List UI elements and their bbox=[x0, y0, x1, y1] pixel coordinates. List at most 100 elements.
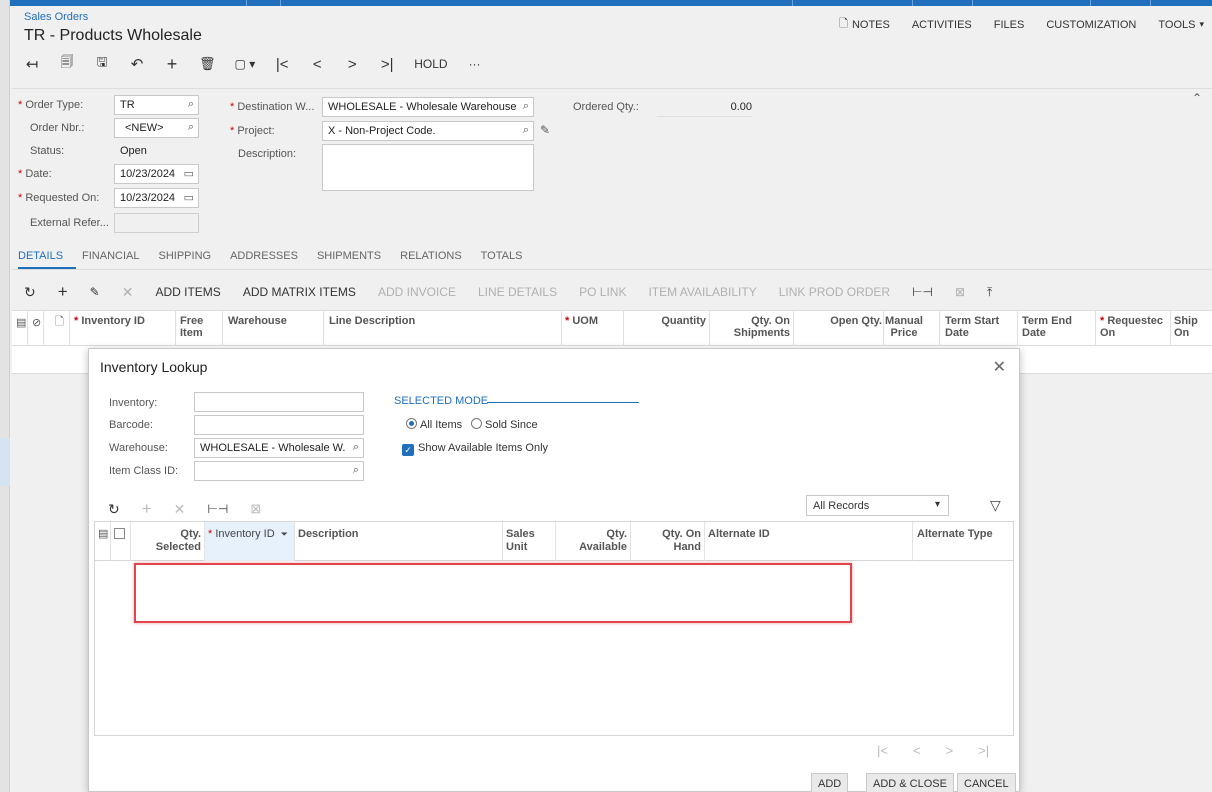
delete-row-icon[interactable]: ✕ bbox=[174, 501, 186, 518]
records-filter-select[interactable]: All Records ▾ bbox=[806, 495, 949, 516]
add-button[interactable]: ADD bbox=[811, 773, 849, 792]
breadcrumb[interactable]: Sales Orders bbox=[24, 11, 88, 23]
add-row-icon[interactable]: + bbox=[58, 282, 68, 302]
refresh-icon[interactable]: ↻ bbox=[108, 501, 120, 518]
filter-icon[interactable]: ▽ bbox=[990, 497, 1001, 514]
warehouse-input[interactable]: WHOLESALE - Wholesale W. ⌕ bbox=[194, 438, 364, 458]
col-term-end-date[interactable]: Term End Date bbox=[1022, 315, 1082, 339]
hold-button[interactable]: HOLD bbox=[414, 57, 447, 71]
item-class-input[interactable]: ⌕ bbox=[194, 461, 364, 481]
sold-since-radio[interactable]: Sold Since bbox=[471, 418, 538, 431]
sort-filter-icon[interactable]: ⏷ bbox=[281, 529, 288, 539]
col-quantity[interactable]: Quantity bbox=[624, 315, 706, 327]
copy-paste-icon[interactable]: ▢ ▾ bbox=[235, 57, 256, 71]
col-alternate-type[interactable]: Alternate Type bbox=[917, 528, 993, 541]
add-invoice-button[interactable]: ADD INVOICE bbox=[378, 285, 456, 299]
prev-page-icon[interactable]: < bbox=[913, 743, 921, 758]
col-ship-on[interactable]: Ship On bbox=[1174, 315, 1212, 339]
destination-field[interactable]: WHOLESALE - Wholesale Warehouse ⌕ bbox=[322, 97, 534, 117]
customization-link[interactable]: CUSTOMIZATION bbox=[1046, 15, 1136, 34]
col-inventory-id[interactable]: Inventory ID ⏷ bbox=[208, 528, 288, 541]
search-icon[interactable]: ⌕ bbox=[188, 98, 194, 111]
select-all-checkbox[interactable] bbox=[114, 528, 125, 543]
col-requested-on[interactable]: Requestec On bbox=[1100, 315, 1164, 339]
tab-shipping[interactable]: SHIPPING bbox=[159, 250, 225, 269]
col-manual-price[interactable]: Manual Price bbox=[884, 315, 924, 339]
activities-link[interactable]: ACTIVITIES bbox=[912, 15, 972, 34]
tools-menu[interactable]: TOOLS ▾ bbox=[1158, 15, 1204, 34]
col-term-start-date[interactable]: Term Start Date bbox=[945, 315, 1005, 339]
excel-export-icon[interactable]: ⊠ bbox=[250, 501, 261, 517]
last-record-icon[interactable]: >| bbox=[379, 56, 395, 73]
line-details-button[interactable]: LINE DETAILS bbox=[478, 285, 557, 299]
col-qty-on-hand[interactable]: Qty. On Hand bbox=[634, 528, 701, 554]
requested-on-field[interactable]: 10/23/2024 ▭ bbox=[114, 188, 199, 208]
edit-icon[interactable]: ✎ bbox=[90, 285, 100, 299]
add-row-icon[interactable]: + bbox=[142, 499, 152, 519]
project-field[interactable]: X - Non-Project Code. ⌕ bbox=[322, 121, 534, 141]
cancel-button[interactable]: CANCEL bbox=[957, 773, 1016, 792]
date-field[interactable]: 10/23/2024 ▭ bbox=[114, 164, 199, 184]
show-available-checkbox[interactable]: ✓ Show Available Items Only bbox=[402, 442, 548, 456]
inventory-input[interactable] bbox=[194, 392, 364, 412]
upload-icon[interactable]: ⤒ bbox=[987, 285, 992, 300]
edit-pencil-icon[interactable]: ✎ bbox=[540, 123, 550, 137]
search-icon[interactable]: ⌕ bbox=[188, 121, 194, 134]
notes-link[interactable]: 🗋 NOTES bbox=[839, 15, 890, 34]
tab-totals[interactable]: TOTALS bbox=[481, 250, 536, 269]
tab-relations[interactable]: RELATIONS bbox=[400, 250, 475, 269]
tab-shipments[interactable]: SHIPMENTS bbox=[317, 250, 394, 269]
col-qty-available[interactable]: Qty. Available bbox=[560, 528, 627, 554]
add-icon[interactable]: + bbox=[164, 54, 180, 75]
delete-row-icon[interactable]: ✕ bbox=[122, 284, 134, 301]
back-icon[interactable]: ↤ bbox=[24, 55, 40, 73]
order-nbr-field[interactable]: <NEW> ⌕ bbox=[114, 118, 199, 138]
close-icon[interactable]: ✕ bbox=[993, 357, 1006, 377]
all-items-radio[interactable]: All Items bbox=[406, 418, 462, 431]
search-icon[interactable]: ⌕ bbox=[352, 441, 359, 454]
undo-icon[interactable]: ↶ bbox=[129, 55, 145, 73]
col-open-qty[interactable]: Open Qty. bbox=[794, 315, 882, 327]
save-close-icon[interactable]: 🗐 bbox=[59, 53, 75, 75]
col-inventory-id[interactable]: Inventory ID bbox=[74, 315, 145, 327]
order-type-field[interactable]: TR ⌕ bbox=[114, 95, 199, 115]
excel-export-icon[interactable]: ⊠ bbox=[955, 285, 965, 299]
fit-columns-icon[interactable]: ⊢⊣ bbox=[912, 285, 933, 299]
save-icon[interactable]: 🖫 bbox=[94, 53, 110, 75]
search-icon[interactable]: ⌕ bbox=[353, 464, 359, 477]
last-page-icon[interactable]: >| bbox=[978, 743, 989, 758]
tab-financial[interactable]: FINANCIAL bbox=[82, 250, 152, 269]
po-link-button[interactable]: PO LINK bbox=[579, 285, 626, 299]
search-icon[interactable]: ⌕ bbox=[523, 124, 529, 137]
prev-record-icon[interactable]: < bbox=[309, 56, 325, 73]
next-page-icon[interactable]: > bbox=[946, 743, 954, 758]
first-record-icon[interactable]: |< bbox=[274, 56, 290, 73]
add-close-button[interactable]: ADD & CLOSE bbox=[866, 773, 954, 792]
next-record-icon[interactable]: > bbox=[344, 56, 360, 73]
delete-icon[interactable]: 🗑 bbox=[199, 56, 216, 72]
fit-columns-icon[interactable]: ⊢⊣ bbox=[207, 502, 228, 516]
add-items-button[interactable]: ADD ITEMS bbox=[155, 285, 220, 299]
external-ref-field[interactable] bbox=[114, 213, 199, 233]
refresh-icon[interactable]: ↻ bbox=[24, 284, 36, 301]
col-line-description[interactable]: Line Description bbox=[329, 315, 415, 327]
col-description[interactable]: Description bbox=[298, 528, 359, 541]
search-icon[interactable]: ⌕ bbox=[522, 100, 529, 113]
tab-details[interactable]: DETAILS bbox=[18, 250, 77, 269]
tab-addresses[interactable]: ADDRESSES bbox=[230, 250, 311, 269]
files-link[interactable]: FILES bbox=[994, 15, 1025, 34]
col-warehouse[interactable]: Warehouse bbox=[228, 315, 287, 327]
col-qty-on-shipments[interactable]: Qty. On Shipments bbox=[724, 315, 790, 339]
more-button[interactable]: ··· bbox=[467, 57, 483, 71]
add-matrix-items-button[interactable]: ADD MATRIX ITEMS bbox=[243, 285, 356, 299]
calendar-icon[interactable]: ▭ bbox=[184, 167, 194, 180]
col-uom[interactable]: UOM bbox=[565, 315, 598, 327]
calendar-icon[interactable]: ▭ bbox=[184, 191, 194, 204]
col-qty-selected[interactable]: Qty. Selected bbox=[135, 528, 201, 554]
col-sales-unit[interactable]: Sales Unit bbox=[506, 528, 536, 554]
link-prod-order-button[interactable]: LINK PROD ORDER bbox=[779, 285, 890, 299]
barcode-input[interactable] bbox=[194, 415, 364, 435]
item-availability-button[interactable]: ITEM AVAILABILITY bbox=[648, 285, 756, 299]
collapse-icon[interactable]: ⌃ bbox=[1192, 91, 1202, 105]
description-field[interactable] bbox=[322, 144, 534, 191]
